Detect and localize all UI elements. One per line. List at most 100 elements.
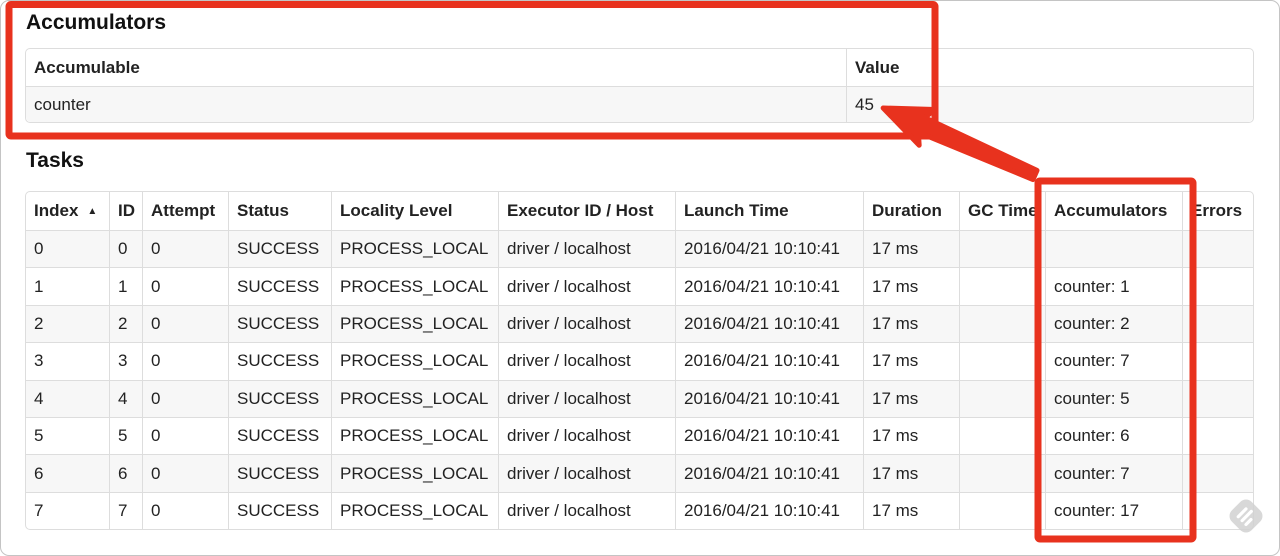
task-row: 2 2 0 SUCCESS PROCESS_LOCAL driver / localhos… <box>26 304 1253 343</box>
cell-duration: 17 ms <box>863 379 959 417</box>
cell-locality-level: PROCESS_LOCAL <box>331 416 498 455</box>
cell-errors <box>1182 304 1253 343</box>
col-header-attempt[interactable]: Attempt <box>142 192 228 230</box>
cell-attempt: 0 <box>142 454 228 492</box>
cell-status: SUCCESS <box>228 416 331 455</box>
cell-index: 2 <box>26 304 109 342</box>
cell-locality-level: PROCESS_LOCAL <box>331 491 498 530</box>
cell-executor-id-host: driver / localhost <box>498 304 675 343</box>
accumulable-row: counter 45 <box>26 86 1253 122</box>
cell-launch-time: 2016/04/21 10:10:41 <box>675 491 863 530</box>
cell-launch-time: 2016/04/21 10:10:41 <box>675 379 863 417</box>
cell-locality-level: PROCESS_LOCAL <box>331 230 498 268</box>
task-row: 1 1 0 SUCCESS PROCESS_LOCAL driver / localhos… <box>26 267 1253 305</box>
col-header-index[interactable]: Index ▲ <box>26 192 109 230</box>
col-header-id[interactable]: ID <box>109 192 142 230</box>
cell-accumulators: counter: 6 <box>1045 416 1182 455</box>
cell-attempt: 0 <box>142 304 228 343</box>
cell-index: 3 <box>26 342 109 379</box>
cell-index: 6 <box>26 454 109 491</box>
cell-gc-time <box>959 454 1045 492</box>
cell-accumulators: counter: 5 <box>1045 379 1182 417</box>
cell-duration: 17 ms <box>863 230 959 268</box>
cell-locality-level: PROCESS_LOCAL <box>331 267 498 305</box>
col-header-locality-level[interactable]: Locality Level <box>331 192 498 230</box>
cell-launch-time: 2016/04/21 10:10:41 <box>675 230 863 268</box>
spark-stage-page: Accumulators Accumulable Value counter 45… <box>0 0 1280 556</box>
cell-locality-level: PROCESS_LOCAL <box>331 454 498 492</box>
cell-attempt: 0 <box>142 230 228 268</box>
cell-status: SUCCESS <box>228 267 331 305</box>
col-header-accumulable[interactable]: Accumulable <box>26 49 846 86</box>
cell-accumulators <box>1045 230 1182 268</box>
cell-id: 6 <box>109 454 142 492</box>
cell-launch-time: 2016/04/21 10:10:41 <box>675 267 863 305</box>
cell-duration: 17 ms <box>863 267 959 305</box>
tasks-table: Index ▲ ID Attempt Status Locality Level … <box>25 191 1254 531</box>
cell-id: 0 <box>109 230 142 268</box>
cell-duration: 17 ms <box>863 304 959 343</box>
col-header-launch-time[interactable]: Launch Time <box>675 192 863 230</box>
cell-locality-level: PROCESS_LOCAL <box>331 304 498 343</box>
cell-attempt: 0 <box>142 416 228 455</box>
cell-gc-time <box>959 379 1045 417</box>
cell-index: 0 <box>26 230 109 267</box>
task-row: 7 7 0 SUCCESS PROCESS_LOCAL driver / localhos… <box>26 491 1253 530</box>
task-row: 5 5 0 SUCCESS PROCESS_LOCAL driver / localhos… <box>26 416 1253 455</box>
cell-id: 2 <box>109 304 142 343</box>
cell-status: SUCCESS <box>228 342 331 380</box>
cell-errors <box>1182 267 1253 305</box>
cell-attempt: 0 <box>142 342 228 380</box>
cell-executor-id-host: driver / localhost <box>498 491 675 530</box>
cell-index: 7 <box>26 491 109 529</box>
cell-value: 45 <box>846 86 1253 122</box>
cell-attempt: 0 <box>142 379 228 417</box>
cell-accumulators: counter: 1 <box>1045 267 1182 305</box>
task-row: 3 3 0 SUCCESS PROCESS_LOCAL driver / localhos… <box>26 342 1253 380</box>
cell-launch-time: 2016/04/21 10:10:41 <box>675 304 863 343</box>
task-row: 0 0 0 SUCCESS PROCESS_LOCAL driver / localhos… <box>26 230 1253 268</box>
col-header-index-label: Index <box>34 201 79 220</box>
cell-gc-time <box>959 416 1045 455</box>
cell-gc-time <box>959 267 1045 305</box>
tasks-header-row: Index ▲ ID Attempt Status Locality Level … <box>26 192 1253 230</box>
col-header-status[interactable]: Status <box>228 192 331 230</box>
cell-executor-id-host: driver / localhost <box>498 379 675 417</box>
accumulators-header-row: Accumulable Value <box>26 49 1253 86</box>
cell-index: 5 <box>26 416 109 454</box>
task-row: 6 6 0 SUCCESS PROCESS_LOCAL driver / localhos… <box>26 454 1253 492</box>
cell-id: 5 <box>109 416 142 455</box>
cell-id: 3 <box>109 342 142 380</box>
cell-errors <box>1182 454 1253 492</box>
cell-gc-time <box>959 491 1045 530</box>
accumulators-section-title: Accumulators <box>26 11 167 34</box>
cell-duration: 17 ms <box>863 342 959 380</box>
cell-status: SUCCESS <box>228 491 331 530</box>
cell-index: 1 <box>26 267 109 304</box>
cell-accumulators: counter: 17 <box>1045 491 1182 530</box>
cell-accumulators: counter: 7 <box>1045 454 1182 492</box>
cell-duration: 17 ms <box>863 454 959 492</box>
col-header-errors[interactable]: Errors <box>1182 192 1253 230</box>
cell-launch-time: 2016/04/21 10:10:41 <box>675 416 863 455</box>
cell-accumulators: counter: 2 <box>1045 304 1182 343</box>
cell-id: 4 <box>109 379 142 417</box>
cell-gc-time <box>959 342 1045 380</box>
cell-status: SUCCESS <box>228 379 331 417</box>
col-header-executor-id-host[interactable]: Executor ID / Host <box>498 192 675 230</box>
cell-launch-time: 2016/04/21 10:10:41 <box>675 342 863 380</box>
col-header-duration[interactable]: Duration <box>863 192 959 230</box>
cell-errors <box>1182 491 1253 530</box>
col-header-gc-time[interactable]: GC Time <box>959 192 1045 230</box>
col-header-accumulators[interactable]: Accumulators <box>1045 192 1182 230</box>
cell-status: SUCCESS <box>228 230 331 268</box>
col-header-value[interactable]: Value <box>846 49 1253 86</box>
accumulators-table: Accumulable Value counter 45 <box>25 48 1254 123</box>
task-row: 4 4 0 SUCCESS PROCESS_LOCAL driver / localhos… <box>26 379 1253 417</box>
cell-locality-level: PROCESS_LOCAL <box>331 342 498 380</box>
sort-ascending-icon: ▲ <box>87 206 98 217</box>
cell-status: SUCCESS <box>228 304 331 343</box>
cell-attempt: 0 <box>142 491 228 530</box>
cell-launch-time: 2016/04/21 10:10:41 <box>675 454 863 492</box>
cell-duration: 17 ms <box>863 491 959 530</box>
